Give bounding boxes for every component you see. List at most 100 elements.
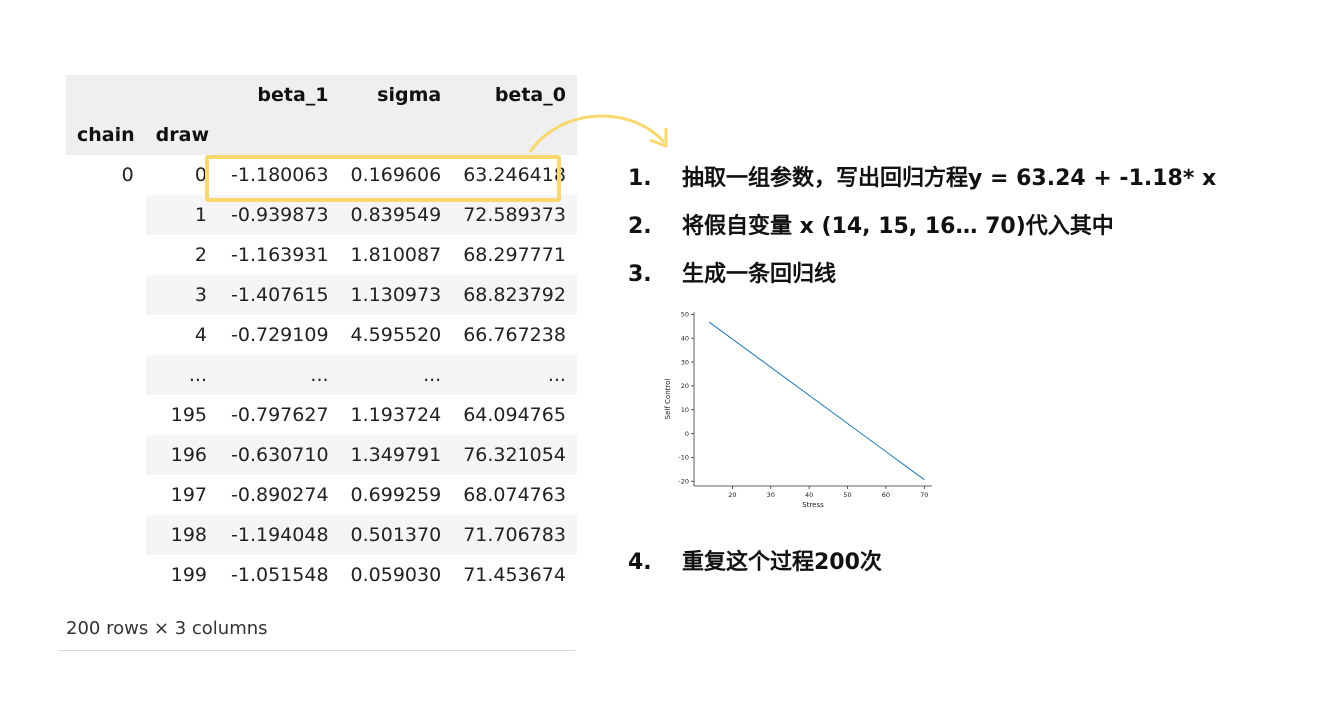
- beta-1-cell: -0.890274: [220, 475, 340, 515]
- step-1: 1. 抽取一组参数，写出回归方程y = 63.24 + -1.18* x: [628, 160, 1216, 192]
- index-draw-cell: 197: [145, 475, 221, 515]
- sigma-cell: 1.349791: [339, 435, 453, 475]
- beta-0-cell: 68.297771: [452, 235, 577, 275]
- index-chain-cell: [66, 355, 146, 395]
- regression-line-chart: 20 30 40 50 60 70 -20 -10 0 10 20 30 40 50 Stress Sel…: [664, 311, 932, 509]
- step-3: 3. 生成一条回归线: [628, 256, 836, 288]
- header-blank: [220, 115, 340, 155]
- step-4: 4. 重复这个过程200次: [628, 544, 882, 576]
- y-tick-label: -10: [678, 454, 689, 462]
- beta-1-cell: -1.194048: [220, 515, 340, 555]
- index-chain-cell: [66, 315, 146, 355]
- step-2: 2. 将假自变量 x (14, 15, 16… 70)代入其中: [628, 208, 1114, 240]
- x-tick-label: 50: [843, 491, 851, 499]
- sigma-cell: 0.501370: [339, 515, 453, 555]
- chart-lines: [709, 321, 925, 481]
- beta-1-cell: -0.797627: [220, 395, 340, 435]
- index-chain-cell: 0: [66, 155, 146, 195]
- header-blank: [66, 75, 146, 115]
- sigma-cell: 1.130973: [339, 275, 453, 315]
- beta-1-cell: -1.051548: [220, 555, 340, 595]
- y-axis-label: Self Control: [664, 379, 672, 420]
- beta-0-cell: 71.706783: [452, 515, 577, 555]
- y-tick-label: 10: [681, 406, 689, 414]
- beta-1-cell: -0.729109: [220, 315, 340, 355]
- first-row-highlight: [205, 155, 561, 202]
- step-number: 4.: [628, 550, 652, 575]
- table-row: 197 -0.890274 0.699259 68.074763: [66, 475, 577, 515]
- index-draw-cell: ...: [145, 355, 221, 395]
- y-tick-label: 40: [681, 334, 689, 342]
- curved-arrow-icon: [528, 114, 668, 153]
- beta-1-cell: -1.163931: [220, 235, 340, 275]
- column-header-beta-1: beta_1: [220, 75, 340, 115]
- beta-1-cell: ...: [220, 355, 340, 395]
- dataframe-table: beta_1 sigma beta_0 chain draw 0 0 -1.1800…: [66, 75, 577, 595]
- index-chain-cell: [66, 555, 146, 595]
- index-chain-cell: [66, 395, 146, 435]
- index-name-draw: draw: [145, 115, 221, 155]
- beta-0-cell: 71.453674: [452, 555, 577, 595]
- beta-1-cell: -1.407615: [220, 275, 340, 315]
- header-blank: [339, 115, 453, 155]
- dataframe-body: 0 0 -1.180063 0.169606 63.246418 1 -0.939873 0.…: [66, 155, 577, 595]
- x-tick-label: 70: [920, 491, 928, 499]
- sigma-cell: ...: [339, 355, 453, 395]
- header-blank: [145, 75, 221, 115]
- step-number: 2.: [628, 214, 652, 239]
- index-chain-cell: [66, 235, 146, 275]
- regression-line: [709, 321, 925, 481]
- index-chain-cell: [66, 515, 146, 555]
- x-axis-label: Stress: [802, 501, 824, 509]
- x-tick-label: 20: [728, 491, 736, 499]
- chart-axes: [693, 312, 932, 487]
- index-draw-cell: 196: [145, 435, 221, 475]
- index-chain-cell: [66, 275, 146, 315]
- beta-0-cell: 76.321054: [452, 435, 577, 475]
- index-draw-cell: 195: [145, 395, 221, 435]
- beta-0-cell: 68.823792: [452, 275, 577, 315]
- beta-0-cell: 64.094765: [452, 395, 577, 435]
- index-draw-cell: 4: [145, 315, 221, 355]
- column-header-row: beta_1 sigma beta_0: [66, 75, 577, 115]
- beta-0-cell: ...: [452, 355, 577, 395]
- step-text: 重复这个过程200次: [682, 550, 882, 575]
- step-number: 3.: [628, 262, 652, 287]
- index-draw-cell: 198: [145, 515, 221, 555]
- index-draw-cell: 199: [145, 555, 221, 595]
- index-draw-cell: 3: [145, 275, 221, 315]
- table-row: 199 -1.051548 0.059030 71.453674: [66, 555, 577, 595]
- index-header-row: chain draw: [66, 115, 577, 155]
- dataframe: beta_1 sigma beta_0 chain draw 0 0 -1.1800…: [66, 75, 577, 595]
- step-text: 抽取一组参数，写出回归方程y = 63.24 + -1.18* x: [682, 166, 1217, 191]
- y-tick-label: 0: [685, 430, 689, 438]
- sigma-cell: 0.059030: [339, 555, 453, 595]
- sigma-cell: 1.810087: [339, 235, 453, 275]
- y-tick-label: -20: [678, 477, 689, 485]
- column-header-sigma: sigma: [339, 75, 453, 115]
- y-tick-label: 20: [681, 382, 689, 390]
- index-name-chain: chain: [66, 115, 146, 155]
- table-row: 196 -0.630710 1.349791 76.321054: [66, 435, 577, 475]
- y-tick-label: 50: [681, 311, 689, 319]
- step-text: 将假自变量 x (14, 15, 16… 70)代入其中: [682, 214, 1114, 239]
- sigma-cell: 4.595520: [339, 315, 453, 355]
- beta-0-cell: 66.767238: [452, 315, 577, 355]
- table-row: 195 -0.797627 1.193724 64.094765: [66, 395, 577, 435]
- step-text: 生成一条回归线: [682, 262, 837, 287]
- y-tick-label: 30: [681, 358, 689, 366]
- index-draw-cell: 2: [145, 235, 221, 275]
- x-tick-label: 40: [805, 491, 813, 499]
- sigma-cell: 0.699259: [339, 475, 453, 515]
- index-chain-cell: [66, 435, 146, 475]
- index-chain-cell: [66, 475, 146, 515]
- table-row: 2 -1.163931 1.810087 68.297771: [66, 235, 577, 275]
- table-row: 4 -0.729109 4.595520 66.767238: [66, 315, 577, 355]
- dataframe-shape: 200 rows × 3 columns: [66, 618, 268, 639]
- beta-1-cell: -0.630710: [220, 435, 340, 475]
- table-row: 3 -1.407615 1.130973 68.823792: [66, 275, 577, 315]
- table-row: 198 -1.194048 0.501370 71.706783: [66, 515, 577, 555]
- sigma-cell: 1.193724: [339, 395, 453, 435]
- x-tick-label: 30: [767, 491, 775, 499]
- step-number: 1.: [628, 166, 652, 191]
